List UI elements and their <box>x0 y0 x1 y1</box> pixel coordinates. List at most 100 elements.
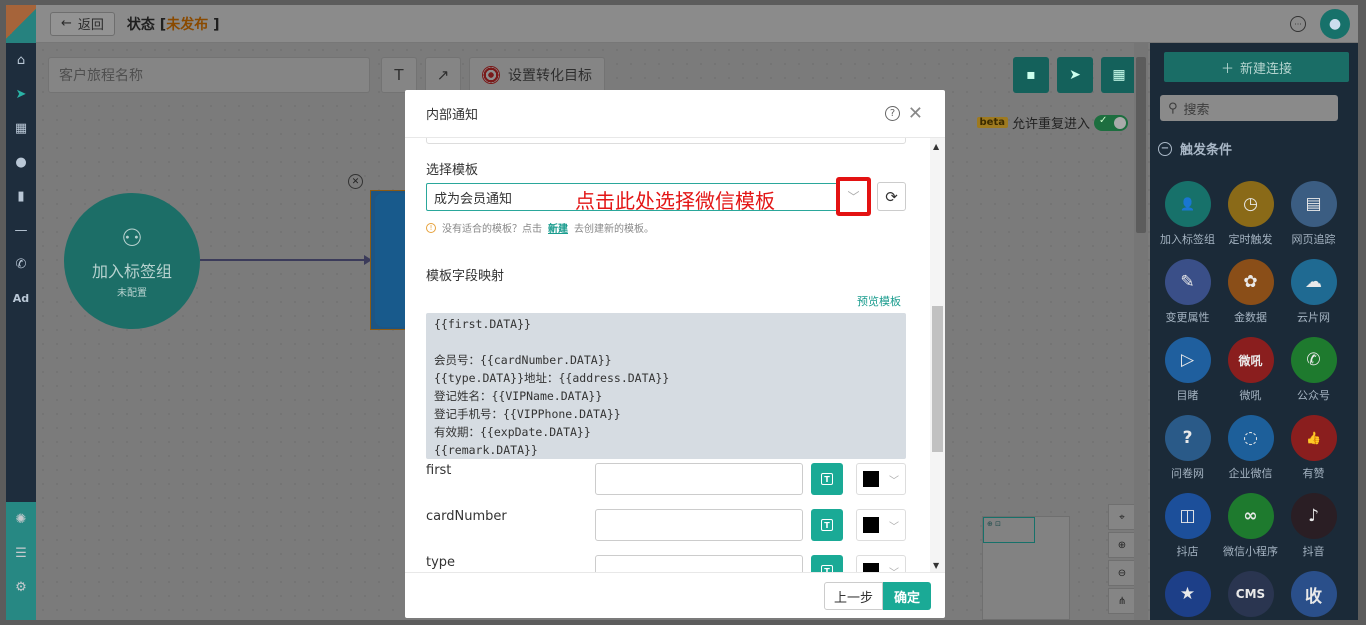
gear-icon[interactable]: ⚙ <box>6 570 36 604</box>
previous-field-edge <box>426 138 906 144</box>
color-picker[interactable]: ﹀ <box>856 463 906 495</box>
trigger-item[interactable]: ✆ 公众号 <box>1282 337 1345 403</box>
trigger-section-header[interactable]: − 触发条件 <box>1158 139 1232 158</box>
text-icon: T <box>821 519 833 531</box>
insert-variable-button[interactable]: T <box>811 509 843 541</box>
minimap-viewport: ⊕ ⊡ <box>983 517 1035 543</box>
trigger-item[interactable]: ✿ 金数据 <box>1219 259 1282 325</box>
help-icon[interactable]: ? <box>885 106 900 121</box>
field-row-cardnumber: cardNumber T ﹀ <box>426 509 906 543</box>
trigger-item[interactable]: CMSCMS <box>1219 571 1282 620</box>
trigger-item[interactable]: 👍 有赞 <box>1282 415 1345 481</box>
plant-icon: ✿ <box>1227 259 1274 305</box>
trigger-item[interactable]: ▷ 目睹 <box>1156 337 1219 403</box>
trigger-node[interactable]: ⚇ 加入标签组 未配置 <box>64 193 200 329</box>
close-icon[interactable]: ✕ <box>908 103 923 124</box>
trigger-label: 有赞 <box>1302 467 1325 480</box>
confirm-button[interactable]: 确定 <box>883 582 931 610</box>
canvas-scroll-thumb[interactable] <box>1136 57 1146 233</box>
back-button[interactable]: ← 返回 <box>50 11 115 36</box>
trigger-search-input[interactable]: ⚲ 搜索 <box>1160 95 1338 121</box>
rail-bottom-group: ✺ ☰ ⚙ <box>6 502 36 620</box>
trigger-item[interactable]: 微吼 微吼 <box>1219 337 1282 403</box>
wechat-rail-icon[interactable]: ✆ <box>6 247 36 281</box>
arrow-tool-button[interactable]: ↗ <box>425 57 461 93</box>
trigger-item[interactable]: ? 问卷网 <box>1156 415 1219 481</box>
save-button[interactable]: ▪ <box>1013 57 1049 93</box>
insert-variable-button[interactable]: T <box>811 463 843 495</box>
set-goal-button[interactable]: 设置转化目标 <box>469 57 605 93</box>
hint-prefix: 没有适合的模板？点击 <box>442 224 542 235</box>
home-icon[interactable]: ⌂ <box>6 43 36 77</box>
layout-icon[interactable]: ▦ <box>6 111 36 145</box>
refresh-icon[interactable]: ⟳ <box>877 182 906 211</box>
insert-variable-button[interactable]: T <box>811 555 843 572</box>
trigger-label: 抖音 <box>1302 545 1325 558</box>
hint-suffix: 去创建新的模板。 <box>574 224 654 235</box>
zoom-in-icon[interactable]: ⊕ <box>1108 532 1136 558</box>
edit-icon: ✎ <box>1164 259 1211 305</box>
layout-button[interactable]: ▦ <box>1101 57 1137 93</box>
tree-icon[interactable]: ⋔ <box>1108 588 1136 614</box>
trigger-item[interactable]: ∞ 微信小程序 <box>1219 493 1282 559</box>
trigger-item[interactable]: ◫ 抖店 <box>1156 493 1219 559</box>
modal-scroll-thumb[interactable] <box>932 306 943 452</box>
trigger-item[interactable]: ♪ 抖音 <box>1282 493 1345 559</box>
trigger-item[interactable]: 收收钱吧 <box>1282 571 1345 620</box>
new-connection-button[interactable]: ＋ 新建连接 <box>1164 52 1349 82</box>
zoom-out-icon[interactable]: ⊖ <box>1108 560 1136 586</box>
journey-icon[interactable]: ➤ <box>6 77 36 111</box>
chevron-down-icon[interactable]: ﹀ <box>836 177 871 216</box>
trigger-item[interactable]: ✎ 变更属性 <box>1156 259 1219 325</box>
scroll-down-icon[interactable]: ▼ <box>933 561 939 570</box>
collapse-icon: − <box>1158 141 1172 156</box>
field-value-input[interactable] <box>595 555 803 572</box>
color-picker[interactable]: ﹀ <box>856 555 906 572</box>
top-header: ← 返回 状态 [未发布 ] ··· ● <box>36 5 1358 43</box>
settings-alt-icon[interactable]: ✺ <box>6 502 36 536</box>
avatar[interactable]: ● <box>1320 9 1350 39</box>
color-picker[interactable]: ﹀ <box>856 509 906 541</box>
canvas-scrollbar[interactable] <box>1134 43 1148 620</box>
trigger-label: 金数据 <box>1234 311 1267 324</box>
ad-icon[interactable]: Ad <box>6 281 36 315</box>
trigger-label: 公众号 <box>1297 389 1330 402</box>
field-value-input[interactable] <box>595 463 803 495</box>
select-template-label: 选择模板 <box>426 163 479 178</box>
trigger-label: 微信小程序 <box>1223 545 1278 558</box>
journey-name-input[interactable]: 客户旅程名称 <box>48 57 370 93</box>
database-icon[interactable]: ☰ <box>6 536 36 570</box>
modal-scrollbar[interactable]: ▲ ▼ <box>930 138 945 572</box>
trigger-item[interactable]: ☁ 云片网 <box>1282 259 1345 325</box>
trigger-item[interactable]: ▤ 网页追踪 <box>1282 181 1345 247</box>
preview-template-link[interactable]: 预览模板 <box>857 293 901 309</box>
status-suffix: ] <box>208 16 220 33</box>
action-node[interactable] <box>370 190 410 330</box>
check-icon: ✓ <box>1099 114 1108 126</box>
template-hint: ! 没有适合的模板？点击 新建 去创建新的模板。 <box>426 220 654 235</box>
arrow-left-icon: ← <box>61 16 72 31</box>
chevron-down-icon: ﹀ <box>889 564 899 573</box>
scroll-up-icon[interactable]: ▲ <box>933 142 939 151</box>
locate-icon[interactable]: ⌖ <box>1108 504 1136 530</box>
user-icon[interactable]: ● <box>6 145 36 179</box>
text-tool-button[interactable]: T <box>381 57 417 93</box>
allow-reentry-row: beta 允许重复进入 ✓ <box>976 113 1128 132</box>
trigger-label: 加入标签组 <box>1160 233 1215 246</box>
trigger-item[interactable]: ★问卷星 <box>1156 571 1219 620</box>
trigger-item[interactable]: 👤 加入标签组 <box>1156 181 1219 247</box>
trigger-item[interactable]: ◌ 企业微信 <box>1219 415 1282 481</box>
chart-icon[interactable]: ▮ <box>6 179 36 213</box>
modal-title: 内部通知 <box>426 108 479 123</box>
wechat-icon: ✆ <box>1290 337 1337 383</box>
chat-icon[interactable]: ··· <box>1290 16 1306 32</box>
close-icon[interactable]: ✕ <box>348 174 363 189</box>
minimap[interactable]: ⊕ ⊡ <box>982 516 1070 620</box>
status-value: 未发布 <box>166 16 209 33</box>
publish-button[interactable]: ➤ <box>1057 57 1093 93</box>
new-template-link[interactable]: 新建 <box>548 220 568 235</box>
previous-step-button[interactable]: 上一步 <box>824 582 883 610</box>
trigger-item[interactable]: ◷ 定时触发 <box>1219 181 1282 247</box>
allow-reentry-toggle[interactable]: ✓ <box>1094 114 1128 131</box>
field-value-input[interactable] <box>595 509 803 541</box>
